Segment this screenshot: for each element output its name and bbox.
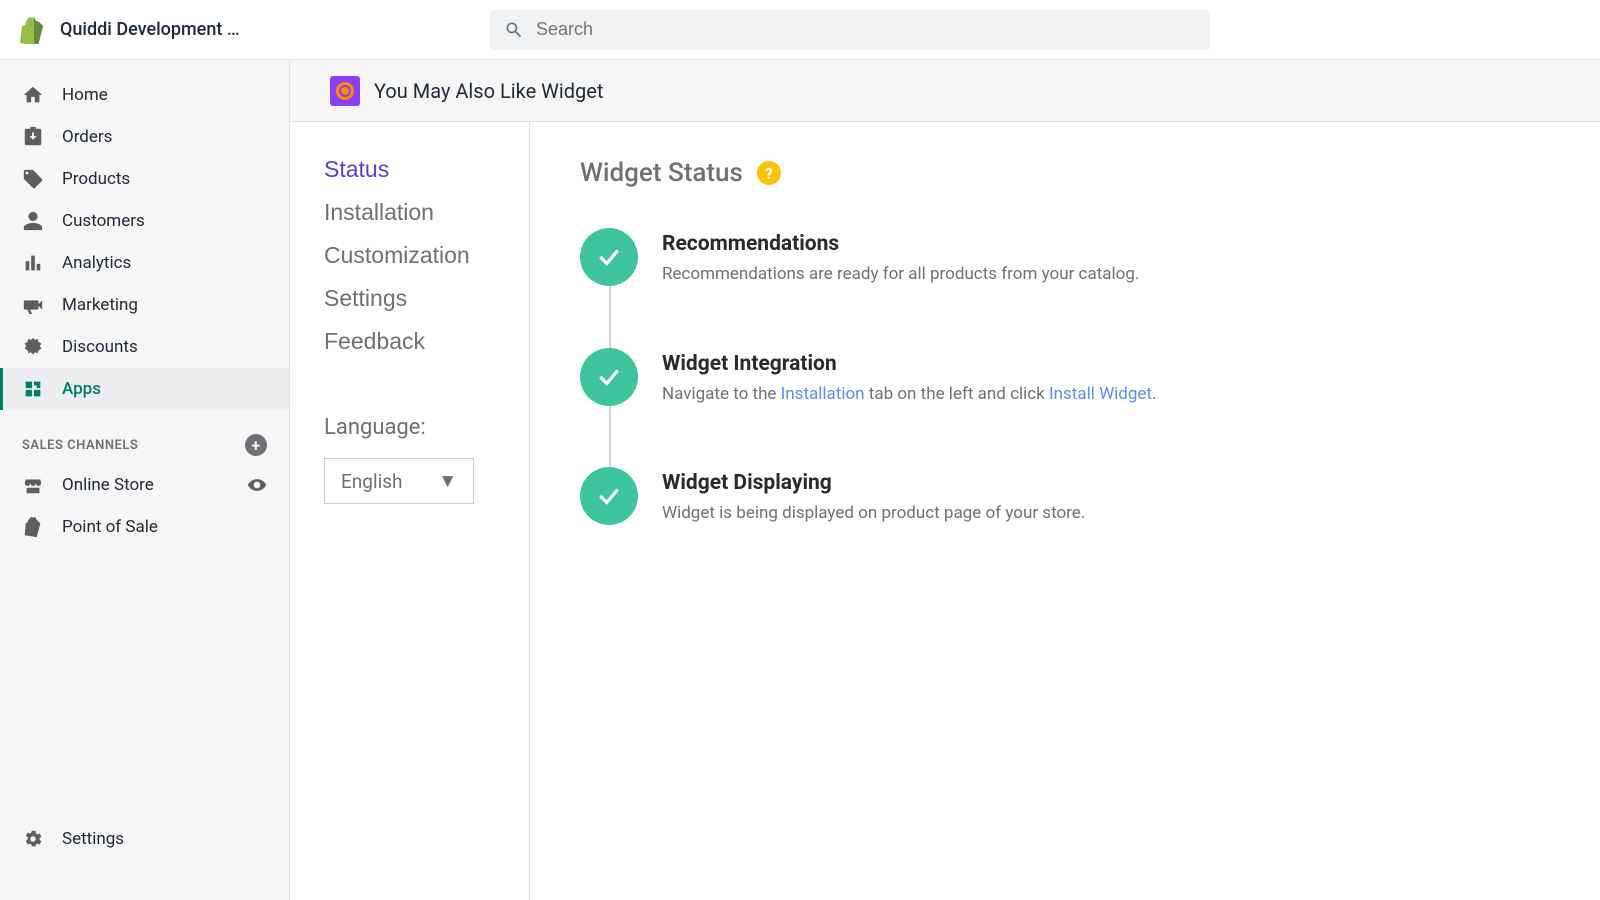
language-select[interactable]: English ▼ bbox=[324, 458, 474, 504]
sidebar-item-label: Online Store bbox=[62, 475, 154, 495]
sidebar-item-label: Customers bbox=[62, 211, 145, 231]
page-title-text: Widget Status bbox=[580, 158, 743, 188]
search-bar[interactable] bbox=[490, 10, 1210, 50]
tag-icon bbox=[22, 168, 44, 190]
step-desc: Navigate to the Installation tab on the … bbox=[662, 382, 1156, 408]
topbar: Quiddi Development St… bbox=[0, 0, 1600, 60]
gear-icon bbox=[22, 828, 44, 850]
megaphone-icon bbox=[22, 294, 44, 316]
step-title: Widget Integration bbox=[662, 352, 1156, 376]
sidebar-item-label: Products bbox=[62, 169, 130, 189]
analytics-icon bbox=[22, 252, 44, 274]
shopify-logo bbox=[20, 16, 44, 44]
language-value: English bbox=[341, 470, 402, 493]
sidebar-item-products[interactable]: Products bbox=[0, 158, 289, 200]
check-icon bbox=[580, 228, 638, 286]
sidebar-item-label: Discounts bbox=[62, 337, 138, 357]
installation-link[interactable]: Installation bbox=[781, 384, 865, 404]
sidebar-item-label: Home bbox=[62, 85, 108, 105]
page-title: Widget Status ? bbox=[580, 158, 1550, 188]
language-label: Language: bbox=[324, 415, 529, 440]
content: Widget Status ? Recommendations Recommen… bbox=[530, 122, 1600, 900]
pos-icon bbox=[22, 516, 44, 538]
step-displaying: Widget Displaying Widget is being displa… bbox=[580, 467, 1550, 527]
apps-icon bbox=[22, 378, 44, 400]
status-steps: Recommendations Recommendations are read… bbox=[580, 228, 1550, 527]
step-recommendations: Recommendations Recommendations are read… bbox=[580, 228, 1550, 348]
step-desc: Widget is being displayed on product pag… bbox=[662, 501, 1085, 527]
store-icon bbox=[22, 474, 44, 496]
sidebar-item-analytics[interactable]: Analytics bbox=[0, 242, 289, 284]
app-nav: Status Installation Customization Settin… bbox=[290, 122, 530, 900]
sidebar-item-label: Marketing bbox=[62, 295, 138, 315]
view-store-icon[interactable] bbox=[247, 475, 267, 495]
person-icon bbox=[22, 210, 44, 232]
app-nav-installation[interactable]: Installation bbox=[324, 199, 529, 226]
discount-icon bbox=[22, 336, 44, 358]
chevron-down-icon: ▼ bbox=[438, 469, 457, 493]
sales-channels-header: SALES CHANNELS + bbox=[0, 410, 289, 464]
sidebar-item-label: Orders bbox=[62, 127, 112, 147]
check-icon bbox=[580, 348, 638, 406]
sidebar: Home Orders Products Customers Analytics… bbox=[0, 60, 290, 900]
sidebar-item-apps[interactable]: Apps bbox=[0, 368, 289, 410]
install-widget-link[interactable]: Install Widget bbox=[1049, 384, 1152, 404]
sidebar-item-discounts[interactable]: Discounts bbox=[0, 326, 289, 368]
sidebar-item-pos[interactable]: Point of Sale bbox=[0, 506, 289, 548]
main: You May Also Like Widget Status Installa… bbox=[290, 60, 1600, 900]
home-icon bbox=[22, 84, 44, 106]
app-nav-settings[interactable]: Settings bbox=[324, 285, 529, 312]
sidebar-item-home[interactable]: Home bbox=[0, 74, 289, 116]
sidebar-item-customers[interactable]: Customers bbox=[0, 200, 289, 242]
app-header: You May Also Like Widget bbox=[290, 60, 1600, 122]
help-icon[interactable]: ? bbox=[757, 161, 781, 185]
step-integration: Widget Integration Navigate to the Insta… bbox=[580, 348, 1550, 468]
add-channel-button[interactable]: + bbox=[245, 434, 267, 456]
app-nav-status[interactable]: Status bbox=[324, 156, 529, 183]
sidebar-item-label: Settings bbox=[62, 829, 124, 849]
step-title: Recommendations bbox=[662, 232, 1139, 256]
sidebar-item-marketing[interactable]: Marketing bbox=[0, 284, 289, 326]
sidebar-item-label: Analytics bbox=[62, 253, 131, 273]
sidebar-item-label: Apps bbox=[62, 379, 101, 399]
step-desc: Recommendations are ready for all produc… bbox=[662, 262, 1139, 288]
app-title: You May Also Like Widget bbox=[374, 79, 603, 103]
store-name: Quiddi Development St… bbox=[60, 19, 250, 40]
sidebar-item-orders[interactable]: Orders bbox=[0, 116, 289, 158]
sidebar-item-online-store[interactable]: Online Store bbox=[0, 464, 247, 506]
step-title: Widget Displaying bbox=[662, 471, 1085, 495]
orders-icon bbox=[22, 126, 44, 148]
section-label: SALES CHANNELS bbox=[22, 438, 138, 453]
search-icon bbox=[504, 20, 524, 40]
app-logo bbox=[330, 76, 360, 106]
app-nav-customization[interactable]: Customization bbox=[324, 242, 529, 269]
check-icon bbox=[580, 467, 638, 525]
search-input[interactable] bbox=[536, 19, 1196, 40]
app-nav-feedback[interactable]: Feedback bbox=[324, 328, 529, 355]
sidebar-item-label: Point of Sale bbox=[62, 517, 158, 537]
sidebar-item-settings[interactable]: Settings bbox=[0, 818, 289, 860]
